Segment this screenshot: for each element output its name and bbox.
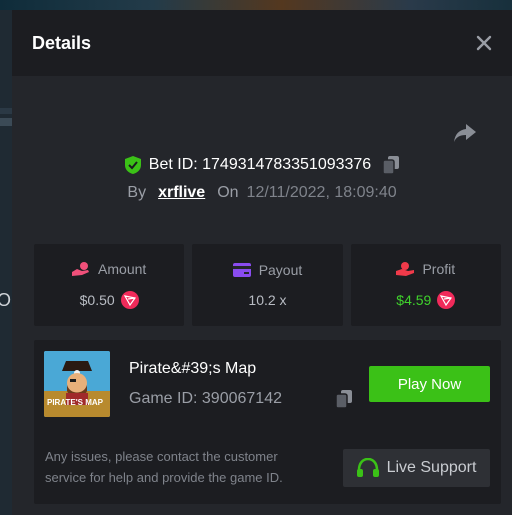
stat-payout-label: Payout <box>258 262 303 278</box>
headset-icon <box>356 458 379 477</box>
share-icon[interactable] <box>452 120 478 146</box>
stat-amount-label: Amount <box>98 261 147 277</box>
close-icon[interactable] <box>476 35 492 51</box>
live-support-label: Live Support <box>386 459 477 476</box>
bet-meta-row: By xrflive On 12/11/2022, 18:09:40 <box>12 184 512 202</box>
stat-profit-value: $4.59 <box>396 292 432 308</box>
modal-title: Details <box>32 32 92 53</box>
background-edge-text: O <box>0 290 12 310</box>
hand-coin-icon <box>396 262 415 276</box>
stat-profit-label: Profit <box>422 261 456 277</box>
hand-coin-icon <box>72 262 90 276</box>
stat-profit: Profit $4.59 <box>350 244 501 326</box>
modal-header: Details <box>12 10 512 76</box>
stat-payout-value: 10.2 x <box>248 292 287 308</box>
thumbnail-title: PIRATE'S MAP <box>47 398 103 407</box>
copy-icon[interactable] <box>336 390 352 408</box>
pirate-thumbnail-art <box>44 351 110 417</box>
background-bar <box>0 108 12 114</box>
bet-date: 12/11/2022, 18:09:40 <box>246 184 397 201</box>
copy-icon[interactable] <box>383 156 400 174</box>
bet-id-row: Bet ID: 1749314783351093376 <box>12 156 512 174</box>
background-page-strip <box>0 0 512 10</box>
play-now-button[interactable]: Play Now <box>369 366 490 402</box>
bet-stats: Amount $0.50 Payout 10.2 x Profit $4.59 <box>34 244 501 326</box>
stat-payout: Payout 10.2 x <box>192 244 343 326</box>
game-info-panel: PIRATE'S MAP Pirate&#39;s Map Game ID: 3… <box>34 340 501 504</box>
on-label: On <box>217 184 239 201</box>
game-thumbnail[interactable]: PIRATE'S MAP <box>44 351 110 417</box>
stat-amount-value: $0.50 <box>79 292 115 308</box>
share-button[interactable] <box>452 120 478 146</box>
background-bar <box>0 118 12 126</box>
username-link[interactable]: xrflive <box>158 184 205 202</box>
stat-amount: Amount $0.50 <box>34 244 185 326</box>
live-support-button[interactable]: Live Support <box>343 449 490 487</box>
tron-icon <box>437 291 456 309</box>
support-notice: Any issues, please contact the customer … <box>45 449 283 485</box>
close-button[interactable] <box>472 31 496 55</box>
by-label: By <box>127 184 147 201</box>
wallet-card-icon <box>232 263 251 277</box>
bet-details-modal: Details Bet ID: 1749314783351093376 By x… <box>12 10 512 515</box>
game-name: Pirate&#39;s Map <box>129 360 257 377</box>
game-id: Game ID: 390067142 <box>129 390 282 407</box>
tron-icon <box>120 291 139 309</box>
shield-check-icon <box>124 156 141 174</box>
bet-id: Bet ID: 1749314783351093376 <box>148 156 372 173</box>
background-page-edge: O <box>0 10 12 515</box>
